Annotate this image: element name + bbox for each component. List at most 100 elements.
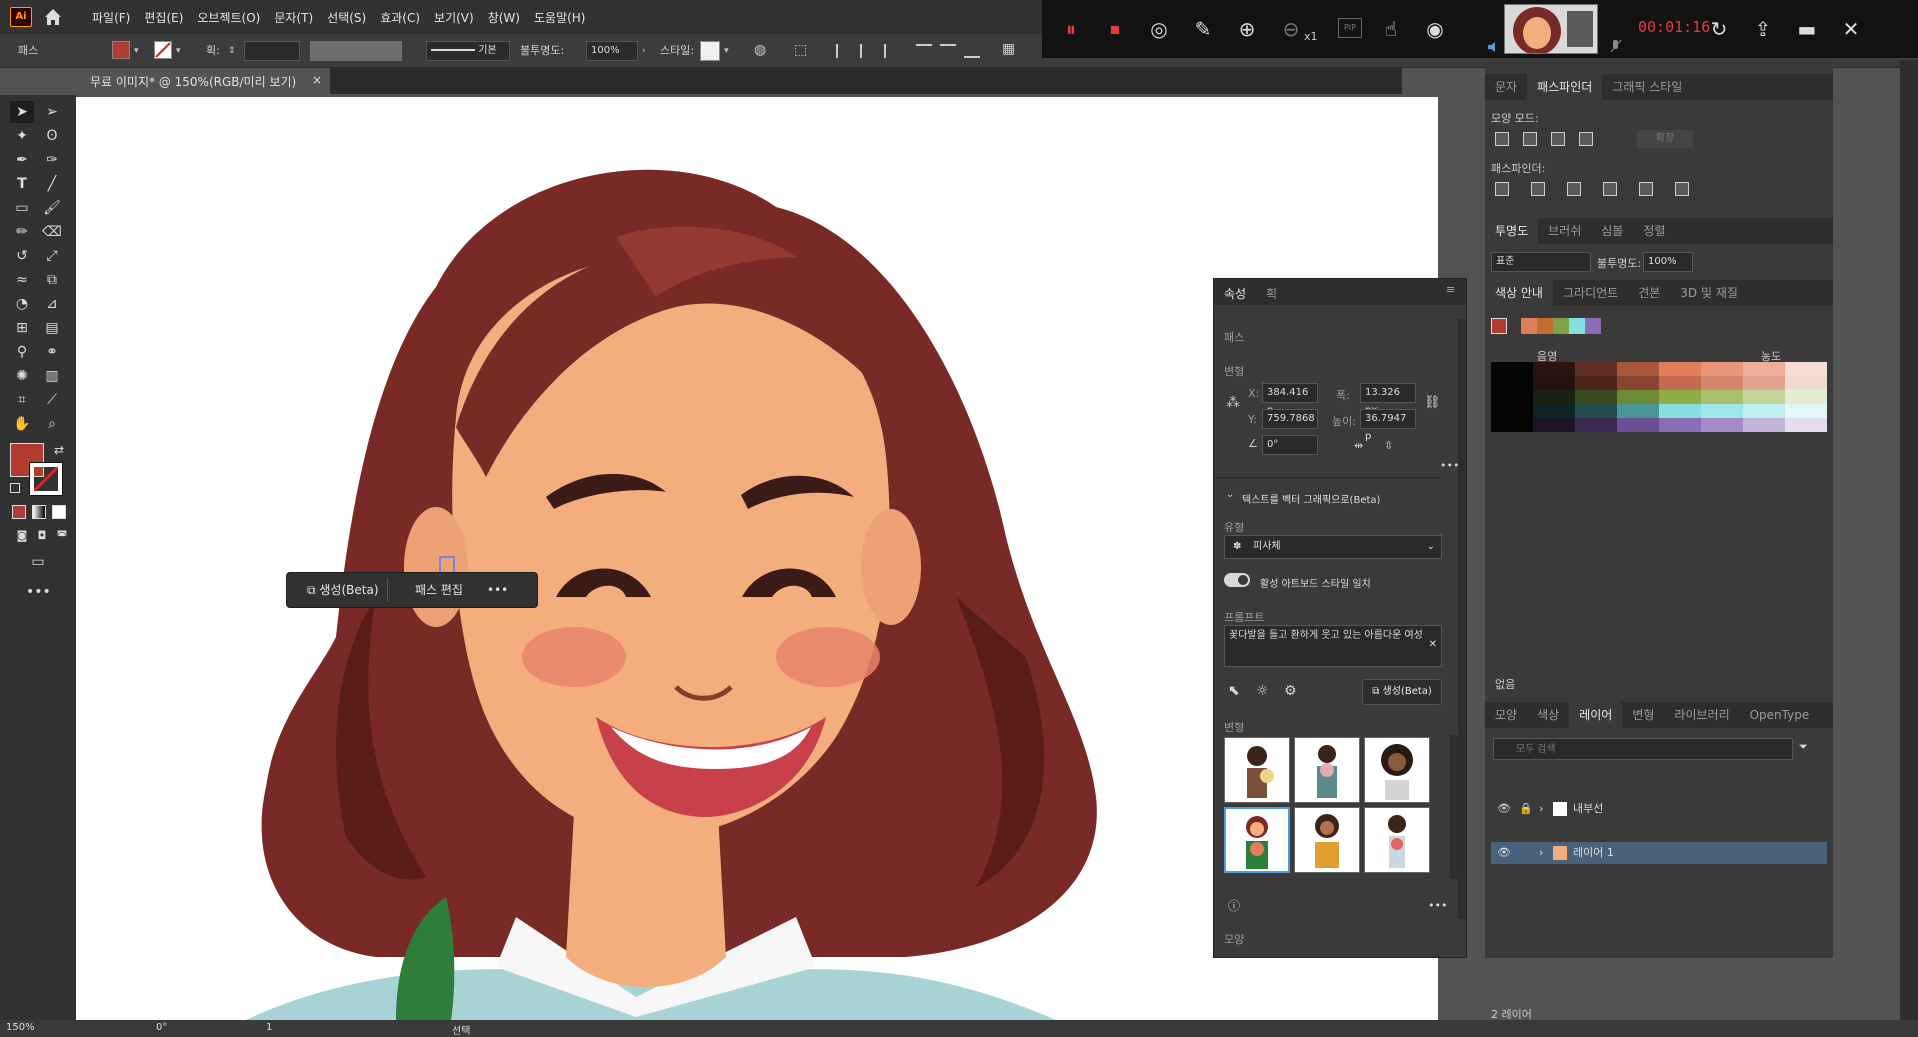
color-guide-swatch[interactable] xyxy=(1617,404,1659,418)
flip-horizontal-icon[interactable]: ⇹ xyxy=(1354,439,1363,452)
tab-pathfinder[interactable]: 패스파인더 xyxy=(1527,74,1603,100)
layer-search-input[interactable] xyxy=(1493,738,1793,760)
tab-opentype[interactable]: OpenType xyxy=(1740,702,1820,728)
stop-record-icon[interactable]: ⏹ xyxy=(1102,16,1128,42)
align-right-icon[interactable] xyxy=(884,44,900,58)
x-field[interactable]: 384.416 p xyxy=(1262,383,1318,416)
match-style-toggle[interactable] xyxy=(1224,573,1250,587)
align-middle-icon[interactable] xyxy=(940,44,956,58)
generate-button[interactable]: ⧉ 생성(Beta) xyxy=(1362,679,1442,705)
constrain-proportions-icon[interactable]: ⛓ xyxy=(1424,395,1441,410)
settings-gear-icon[interactable]: ⚙ xyxy=(1284,683,1297,699)
perspective-grid-tool-icon[interactable]: ⊿ xyxy=(40,293,64,315)
artboard-number[interactable]: 1 xyxy=(266,1022,272,1033)
tab-graphic-styles[interactable]: 그래픽 스타일 xyxy=(1602,74,1692,100)
menu-window[interactable]: 창(W) xyxy=(488,9,520,26)
none-mode-icon[interactable] xyxy=(52,505,66,519)
tab-appearance[interactable]: 모양 xyxy=(1485,702,1527,728)
color-guide-swatch[interactable] xyxy=(1575,418,1617,432)
click-effect-icon[interactable]: ☝ xyxy=(1378,16,1404,42)
expand-arrow-icon[interactable]: › xyxy=(1539,798,1543,820)
menu-effect[interactable]: 효과(C) xyxy=(380,9,420,26)
color-guide-swatch[interactable] xyxy=(1701,376,1743,390)
color-guide-swatch[interactable] xyxy=(1533,376,1575,390)
color-guide-swatch[interactable] xyxy=(1785,376,1827,390)
home-icon[interactable] xyxy=(42,6,64,28)
align-center-icon[interactable] xyxy=(860,44,876,58)
layer-row-selected[interactable]: 👁 › 레이어 1 xyxy=(1491,842,1827,864)
refresh-icon[interactable]: ↻ xyxy=(1706,16,1732,42)
document-tab[interactable]: 무료 이미지* @ 150%(RGB/미리 보기) × xyxy=(82,68,330,94)
swap-colors-icon[interactable]: ⇄ xyxy=(54,443,64,457)
direct-selection-tool-icon[interactable]: ➢ xyxy=(40,101,64,123)
intersect-icon[interactable] xyxy=(1551,132,1565,146)
color-guide-swatch[interactable] xyxy=(1785,404,1827,418)
color-guide-swatch[interactable] xyxy=(1617,390,1659,404)
color-guide-swatch[interactable] xyxy=(1701,362,1743,376)
merge-icon[interactable] xyxy=(1567,182,1581,196)
variable-width-profile[interactable] xyxy=(310,41,402,61)
tab-stroke[interactable]: 획 xyxy=(1266,285,1277,302)
trim-icon[interactable] xyxy=(1531,182,1545,196)
menu-select[interactable]: 선택(S) xyxy=(327,9,366,26)
stroke-weight-field[interactable] xyxy=(244,41,300,61)
color-guide-swatch[interactable] xyxy=(1743,404,1785,418)
pip-button[interactable]: PIP xyxy=(1338,18,1362,38)
pause-record-icon[interactable]: ⏸ xyxy=(1058,16,1084,42)
graph-tool-icon[interactable]: ▥ xyxy=(40,365,64,387)
magic-wand-tool-icon[interactable]: ✦ xyxy=(10,125,34,147)
harmony-swatch[interactable] xyxy=(1585,318,1601,334)
speaker-icon[interactable] xyxy=(1486,40,1500,54)
exclude-icon[interactable] xyxy=(1579,132,1593,146)
width-field[interactable]: 13.326 px xyxy=(1360,383,1416,416)
color-guide-swatch[interactable] xyxy=(1491,376,1533,390)
color-guide-swatch[interactable] xyxy=(1491,404,1533,418)
style-dropdown-icon[interactable]: ▾ xyxy=(724,41,729,61)
close-recorder-icon[interactable]: ✕ xyxy=(1838,16,1864,42)
rectangle-tool-icon[interactable]: ▭ xyxy=(10,197,34,219)
vertical-scrollbar[interactable] xyxy=(1900,60,1918,1020)
opacity-field[interactable]: 100% xyxy=(586,41,638,61)
transform-more-icon[interactable]: ••• xyxy=(1440,459,1459,472)
edit-toolbar-icon[interactable]: ••• xyxy=(26,581,51,603)
height-field[interactable]: 36.7947 p xyxy=(1360,409,1416,442)
color-guide-swatch[interactable] xyxy=(1701,418,1743,432)
gradient-tool-icon[interactable]: ▤ xyxy=(40,317,64,339)
harmony-swatch[interactable] xyxy=(1537,318,1553,334)
color-guide-swatch[interactable] xyxy=(1491,418,1533,432)
filter-icon[interactable]: ⏷ xyxy=(1799,740,1808,754)
tab-layers[interactable]: 레이어 xyxy=(1569,702,1623,728)
angle-field[interactable]: 0° xyxy=(1262,435,1318,455)
color-guide-swatch[interactable] xyxy=(1491,362,1533,376)
draw-inside-icon[interactable]: ◚ xyxy=(50,525,74,547)
stroke-color-box[interactable] xyxy=(29,462,63,496)
color-guide-swatch[interactable] xyxy=(1617,418,1659,432)
draw-pen-icon[interactable]: ✎ xyxy=(1190,16,1216,42)
color-guide-swatch[interactable] xyxy=(1617,376,1659,390)
hand-tool-icon[interactable]: ✋ xyxy=(10,413,34,435)
harmony-swatch[interactable] xyxy=(1553,318,1569,334)
color-guide-swatch[interactable] xyxy=(1575,390,1617,404)
recolor-icon[interactable]: ◍ xyxy=(754,40,766,60)
warp-tool-icon[interactable]: ≈ xyxy=(10,269,34,291)
export-icon[interactable]: ⇪ xyxy=(1750,16,1776,42)
gradient-mode-icon[interactable] xyxy=(32,505,46,519)
variations-scrollbar[interactable] xyxy=(1450,735,1458,879)
fill-dropdown-icon[interactable]: ▾ xyxy=(134,41,139,61)
stroke-stepper-icon[interactable]: ⇕ xyxy=(228,41,236,61)
menu-type[interactable]: 문자(T) xyxy=(274,9,313,26)
variation-thumb[interactable] xyxy=(1364,737,1430,803)
zoom-level[interactable]: 150% xyxy=(6,1022,35,1033)
tab-swatches[interactable]: 견본 xyxy=(1628,280,1670,306)
color-guide-grid[interactable] xyxy=(1491,362,1827,432)
opacity-field[interactable]: 100% xyxy=(1643,252,1693,272)
screenshot-icon[interactable]: ◎ xyxy=(1146,16,1172,42)
graphic-style-swatch[interactable] xyxy=(700,41,720,61)
tab-3d-materials[interactable]: 3D 및 재질 xyxy=(1670,280,1748,306)
stroke-dropdown-icon[interactable]: ▾ xyxy=(176,41,181,61)
pen-tool-icon[interactable]: ✒ xyxy=(10,149,34,171)
variations-more-icon[interactable]: ••• xyxy=(1428,899,1447,912)
outline-icon[interactable] xyxy=(1639,182,1653,196)
curvature-tool-icon[interactable]: ✑ xyxy=(40,149,64,171)
edit-path-button[interactable]: 패스 편집 xyxy=(407,578,471,602)
